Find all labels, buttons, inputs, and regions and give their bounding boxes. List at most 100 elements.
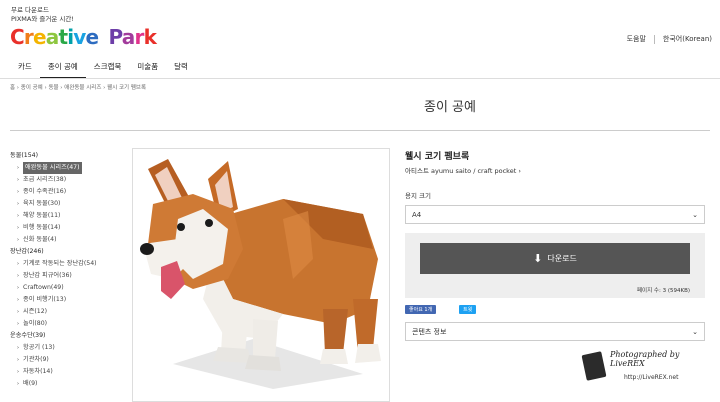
sidebar-item-label: 애완동물 시리즈(47) xyxy=(23,162,82,174)
logo-letter: e xyxy=(85,25,100,49)
watermark-text: Photographed by LiveREX xyxy=(610,350,680,368)
sidebar-category[interactable]: 운송수단(39) xyxy=(10,330,122,342)
sidebar-item-label: 비행 동물(14) xyxy=(23,224,61,231)
sidebar-item[interactable]: › 초급 시리즈(38) xyxy=(10,174,122,186)
chevron-right-icon: › xyxy=(17,381,19,387)
breadcrumb[interactable]: 홈 › 종이 공예 › 동물 › 애완동물 시리즈 › 웰시 코기 펨브록 xyxy=(10,83,146,91)
sidebar-item[interactable]: › 신화 동물(4) xyxy=(10,234,122,246)
logo-letter: a xyxy=(45,25,59,49)
sidebar-item-label: 종이 수족관(16) xyxy=(23,188,67,195)
chevron-right-icon: › xyxy=(17,309,19,315)
tagline-line-2: PIXMA와 즐거운 시간! xyxy=(11,14,74,23)
photographer-watermark: Photographed by LiveREX http://LiveREX.n… xyxy=(581,350,706,392)
creative-park-logo[interactable]: Creative Park xyxy=(10,25,157,49)
logo-letter: e xyxy=(32,25,47,49)
chevron-right-icon: › xyxy=(17,237,19,243)
download-button[interactable]: ⬇ 다운로드 xyxy=(420,243,690,274)
paper-size-select[interactable]: A4 ⌄ xyxy=(405,205,705,224)
sidebar-item[interactable]: › 기관차(9) xyxy=(10,354,122,366)
chevron-right-icon: › xyxy=(17,165,19,171)
tagline: 무료 다운로드 PIXMA와 즐거운 시간! xyxy=(11,6,74,23)
sidebar-item-label: 종이 비행기(13) xyxy=(23,296,67,303)
watermark-url: http://LiveREX.net xyxy=(624,374,679,381)
chevron-right-icon: › xyxy=(518,167,521,175)
sidebar-item[interactable]: › Craftown(49) xyxy=(10,282,122,294)
sidebar-item-label: 신화 동물(4) xyxy=(23,236,57,243)
sidebar-item[interactable]: › 애완동물 시리즈(47) xyxy=(10,162,122,174)
language-selector[interactable]: 한국어(Korean) xyxy=(663,34,712,44)
main-nav: 카드 종이 공예 스크랩북 미술품 달력 xyxy=(10,58,196,79)
nav-tab[interactable]: 미술품 xyxy=(129,58,166,79)
chevron-right-icon: › xyxy=(17,213,19,219)
logo-letter: C xyxy=(10,25,25,49)
logo-letter: r xyxy=(134,25,144,49)
sidebar-item-label: 항공기 (13) xyxy=(23,344,55,351)
sidebar-item-label: Craftown(49) xyxy=(23,284,64,291)
artist-name: 아티스트 ayumu saito / craft pocket xyxy=(405,167,517,175)
sidebar-item[interactable]: › 배(9) xyxy=(10,378,122,390)
chevron-down-icon: ⌄ xyxy=(692,327,698,336)
sidebar-item[interactable]: › 항공기 (13) xyxy=(10,342,122,354)
sidebar-item-label: 육지 동물(30) xyxy=(23,200,61,207)
contents-info-dropdown[interactable]: 콘텐츠 정보 ⌄ xyxy=(405,322,705,341)
nav-tab[interactable]: 카드 xyxy=(10,58,40,79)
logo-letter: k xyxy=(143,25,157,49)
sidebar-item-label: 기계로 작동되는 장난감(54) xyxy=(23,260,97,267)
facebook-like-button[interactable]: 좋아요 1개 xyxy=(405,305,437,314)
artist-link[interactable]: 아티스트 ayumu saito / craft pocket › xyxy=(405,165,705,175)
logo-letter xyxy=(98,25,104,49)
paper-size-label: 용지 크기 xyxy=(405,192,431,200)
chevron-right-icon: › xyxy=(17,189,19,195)
sidebar-item-label: 기관차(9) xyxy=(23,356,49,363)
chevron-right-icon: › xyxy=(17,261,19,267)
paper-size-value: A4 xyxy=(412,210,422,219)
sidebar-item[interactable]: › 놀이(80) xyxy=(10,318,122,330)
logo-letter: v xyxy=(73,25,86,49)
category-sidebar: 동물(154) › 애완동물 시리즈(47) › 초급 시리즈(38) › 종이 수족관(1… xyxy=(10,150,122,390)
logo-letter: t xyxy=(58,25,68,49)
sidebar-item-label: 해양 동물(11) xyxy=(23,212,61,219)
download-icon: ⬇ xyxy=(533,252,543,265)
download-label: 다운로드 xyxy=(547,254,577,263)
sidebar-item[interactable]: › 시즌(12) xyxy=(10,306,122,318)
nav-tab[interactable]: 종이 공예 xyxy=(39,58,86,79)
logo-letter: r xyxy=(23,25,34,49)
chevron-right-icon: › xyxy=(17,285,19,291)
sidebar-item-label: 자동차(14) xyxy=(23,368,53,375)
chevron-right-icon: › xyxy=(17,177,19,183)
tweet-button[interactable]: 트윗 xyxy=(459,305,477,314)
nav-tab[interactable]: 달력 xyxy=(166,58,196,79)
chevron-right-icon: › xyxy=(17,357,19,363)
sidebar-item[interactable]: › 해양 동물(11) xyxy=(10,210,122,222)
nav-divider xyxy=(0,78,720,79)
sidebar-category[interactable]: 장난감(246) xyxy=(10,246,122,258)
sidebar-item[interactable]: › 자동차(14) xyxy=(10,366,122,378)
product-info: 웰시 코기 펨브록 아티스트 ayumu saito / craft pocke… xyxy=(405,149,705,341)
chevron-right-icon: › xyxy=(17,201,19,207)
chevron-right-icon: › xyxy=(17,369,19,375)
sidebar-item[interactable]: › 비행 동물(14) xyxy=(10,222,122,234)
logo-letter: P xyxy=(108,25,122,49)
tagline-line-1: 무료 다운로드 xyxy=(11,6,49,14)
sidebar-item[interactable]: › 종이 수족관(16) xyxy=(10,186,122,198)
help-link[interactable]: 도움말 xyxy=(627,34,646,44)
nav-tab[interactable]: 스크랩북 xyxy=(86,58,130,79)
sidebar-item[interactable]: › 종이 비행기(13) xyxy=(10,294,122,306)
chevron-right-icon: › xyxy=(17,345,19,351)
social-buttons: 좋아요 1개 트윗 xyxy=(405,305,705,314)
page-title: 종이 공예 xyxy=(424,100,476,115)
sidebar-item[interactable]: › 기계로 작동되는 장난감(54) xyxy=(10,258,122,270)
sidebar-item[interactable]: › 장난감 피규어(36) xyxy=(10,270,122,282)
notebook-icon xyxy=(581,351,607,381)
sidebar-item[interactable]: › 육지 동물(30) xyxy=(10,198,122,210)
sidebar-category[interactable]: 동물(154) xyxy=(10,150,122,162)
chevron-right-icon: › xyxy=(17,321,19,327)
utility-links: 도움말 한국어(Korean) xyxy=(627,34,712,44)
sidebar-item-label: 장난감 피규어(36) xyxy=(23,272,72,279)
chevron-right-icon: › xyxy=(17,297,19,303)
product-title: 웰시 코기 펨브록 xyxy=(405,152,470,162)
chevron-down-icon: ⌄ xyxy=(692,210,698,219)
logo-letter: a xyxy=(121,25,135,49)
download-panel: ⬇ 다운로드 페이지 수: 3 (594KB) xyxy=(405,233,705,298)
page-count-info: 페이지 수: 3 (594KB) xyxy=(636,288,690,294)
